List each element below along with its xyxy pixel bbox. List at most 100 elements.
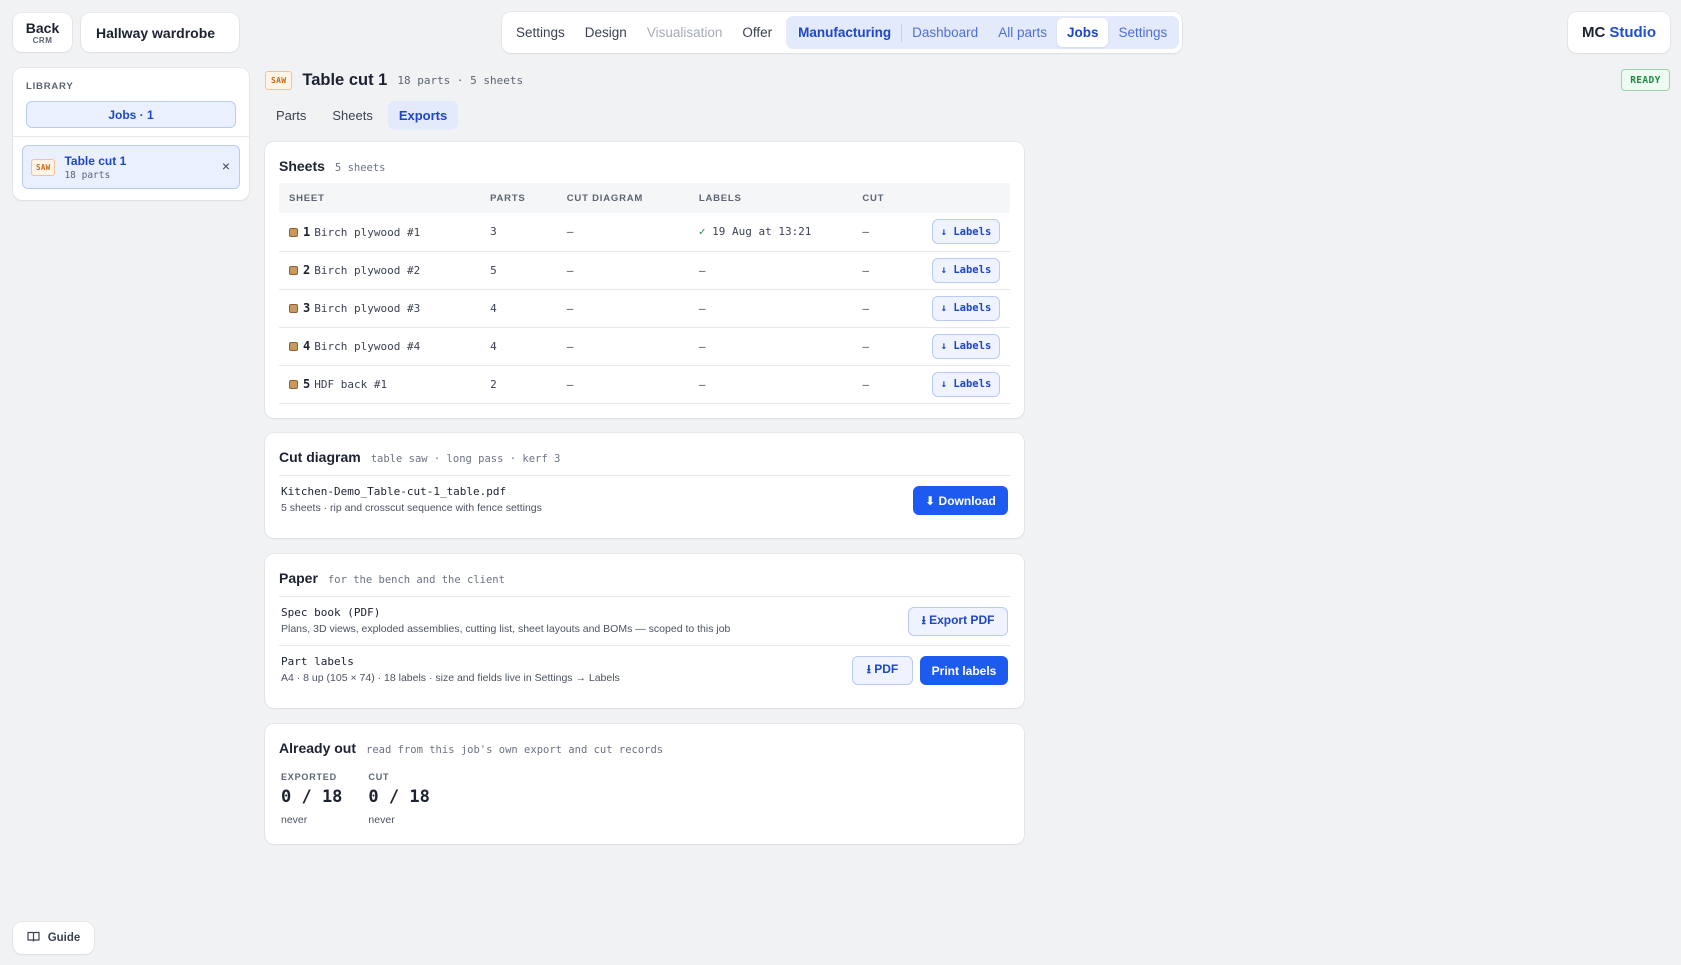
export-stats: EXPORTED 0 / 18 never CUT 0 / 18 never [281,772,1010,826]
column-header-actions [922,183,1010,213]
check-icon: ✓ [698,225,706,239]
sheet-number: 1 [303,224,311,239]
jobs-filter-pill[interactable]: Jobs · 1 [26,101,236,128]
material-swatch [289,380,298,389]
top-nav: Settings Design Visualisation Offer Manu… [502,12,1182,53]
exported-value: 0 / 18 [281,787,343,807]
table-row: 2 Birch plywood #2 5 — — — ↓ Labels [279,251,1010,290]
download-labels-button[interactable]: ↓ Labels [932,219,1000,245]
job-item-sub: 18 parts [64,169,111,181]
nav-offer[interactable]: Offer [732,17,782,48]
back-button[interactable]: Back CRM [13,13,72,52]
table-row: 1 Birch plywood #1 3 — ✓ 19 Aug at 13:21 … [279,213,1010,252]
column-header-sheet: SHEET [289,192,325,204]
nav-dashboard[interactable]: Dashboard [902,17,988,48]
cut-diagram-file-row: Kitchen-Demo_Table-cut-1_table.pdf 5 she… [279,475,1010,515]
sheet-parts: 3 [480,213,557,252]
cut-diagram-sub: table saw · long pass · kerf 3 [370,453,561,465]
tab-parts[interactable]: Parts [265,101,317,130]
brand-part1: MC [1582,24,1606,41]
nav-design[interactable]: Design [575,17,637,48]
sheet-number: 5 [303,377,311,391]
pdf-button[interactable]: ⭳ PDF [852,656,913,685]
spec-book-desc: Plans, 3D views, exploded assemblies, cu… [281,623,731,635]
column-header-parts: PARTS [490,192,526,204]
saw-tag: SAW [265,70,293,90]
sheet-labels: — [688,251,853,290]
sheet-cut: — [852,251,922,290]
cut-diagram-title: Cut diagram [279,449,361,465]
tab-exports[interactable]: Exports [387,101,459,130]
sheet-cut-diagram: — [556,327,689,366]
spec-book-row: Spec book (PDF) Plans, 3D views, explode… [279,596,1010,645]
cut-stat: CUT 0 / 18 never [368,772,429,826]
cut-diagram-card: Cut diagram table saw · long pass · kerf… [265,433,1024,538]
sheet-labels: — [688,365,853,404]
export-pdf-button[interactable]: ⭳ Export PDF [908,607,1008,636]
sheet-parts: 2 [480,365,557,404]
back-label: Back [25,19,60,36]
sheet-parts: 4 [480,289,557,328]
sheet-name: Birch plywood #1 [314,225,421,239]
sheet-name: HDF back #1 [314,378,388,391]
sheet-number: 3 [303,301,311,315]
nav-manufacturing[interactable]: Manufacturing [788,17,901,48]
nav-settings[interactable]: Settings [506,17,575,48]
library-sidebar: LIBRARY Jobs · 1 SAW Table cut 1 18 part… [13,68,249,200]
job-item-title: Table cut 1 [64,153,127,168]
exported-note: never [281,814,308,826]
saw-tag: SAW [31,158,56,176]
guide-label: Guide [47,932,81,944]
paper-sub: for the bench and the client [327,574,505,586]
page-title: Table cut 1 [302,70,388,89]
tab-sheets[interactable]: Sheets [321,101,383,130]
material-swatch [289,342,298,351]
part-labels-row: Part labels A4 · 8 up (105 × 74) · 18 la… [279,645,1010,685]
nav-jobs[interactable]: Jobs [1056,18,1109,47]
column-header-labels: LABELS [698,192,742,204]
already-out-title: Already out [279,740,357,756]
table-header-row: SHEET PARTS CUT DIAGRAM LABELS CUT [279,183,1010,213]
material-swatch [289,266,298,275]
sheets-sub: 5 sheets [334,162,386,174]
sidebar-divider [13,136,249,137]
project-title: Hallway wardrobe [81,13,239,52]
sheet-name: Birch plywood #2 [314,264,421,277]
download-labels-button[interactable]: ↓ Labels [932,333,1000,359]
already-out-card: Already out read from this job's own exp… [265,724,1024,844]
sheet-cut-diagram: — [556,365,689,404]
job-list-item[interactable]: SAW Table cut 1 18 parts × [22,145,240,189]
library-label: LIBRARY [26,81,74,92]
nav-visualisation: Visualisation [646,25,723,40]
sheet-labels: 19 Aug at 13:21 [712,225,812,239]
download-labels-button[interactable]: ↓ Labels [932,295,1000,321]
cut-note: never [368,814,395,826]
brand-part2: Studio [1609,24,1656,41]
table-row: 3 Birch plywood #3 4 — — — ↓ Labels [279,289,1010,328]
sheets-table: SHEET PARTS CUT DIAGRAM LABELS CUT 1 Birc… [279,183,1010,404]
sheet-cut: — [852,365,922,404]
nav-all-parts[interactable]: All parts [988,17,1057,48]
sheets-title: Sheets [279,158,325,174]
cut-label: CUT [368,772,390,782]
column-header-cut-diagram: CUT DIAGRAM [566,192,644,204]
print-labels-button[interactable]: Print labels [920,656,1008,685]
guide-button[interactable]: Guide [13,922,94,954]
table-row: 5 HDF back #1 2 — — — ↓ Labels [279,365,1010,404]
spec-book-title: Spec book (PDF) [281,606,381,619]
download-labels-button[interactable]: ↓ Labels [932,257,1000,283]
back-sublabel: CRM [32,35,53,45]
download-button[interactable]: ⬇ Download [913,486,1008,515]
paper-title: Paper [279,570,318,586]
nav-manufacturing-settings[interactable]: Settings [1108,17,1177,48]
sheet-number: 4 [303,339,311,353]
sheet-labels: — [688,289,853,328]
sheet-labels: — [688,327,853,366]
sheet-cut-diagram: — [556,289,689,328]
sheet-parts: 4 [480,327,557,366]
close-icon[interactable]: × [222,158,230,174]
download-labels-button[interactable]: ↓ Labels [932,371,1000,397]
cut-diagram-filename: Kitchen-Demo_Table-cut-1_table.pdf [281,485,507,498]
brand-logo: MC Studio [1568,12,1670,53]
sheet-cut: — [852,213,922,252]
